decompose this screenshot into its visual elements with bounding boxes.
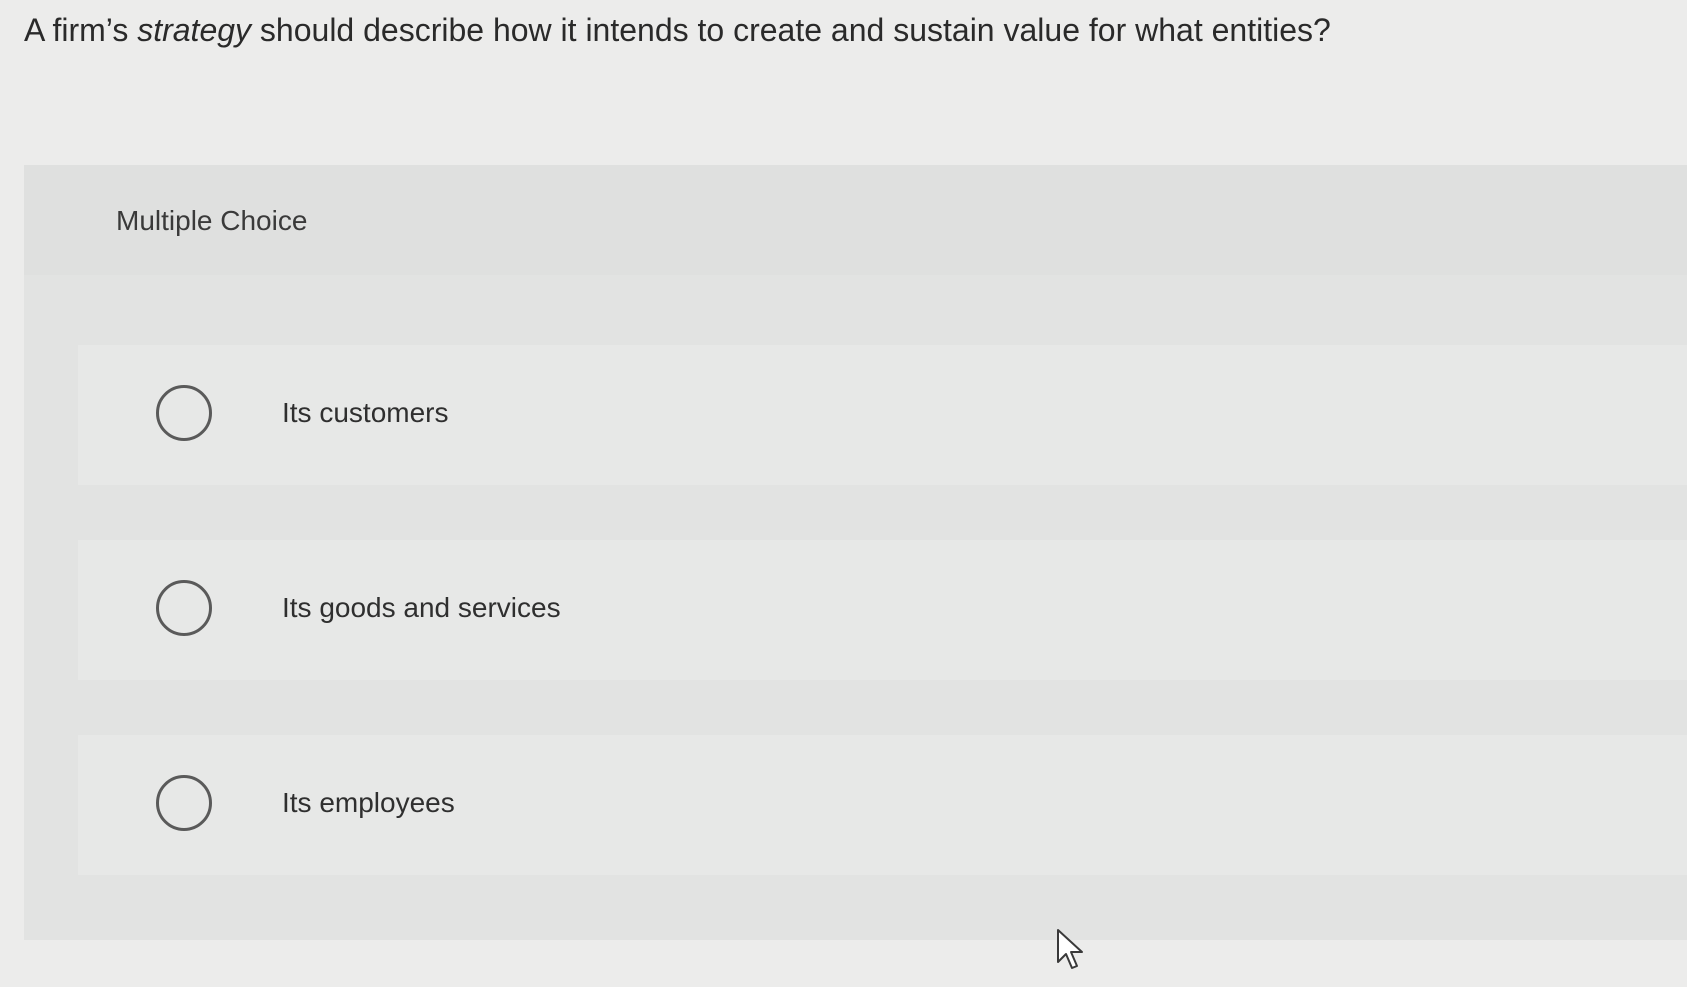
radio-unselected-icon[interactable] [156, 385, 212, 441]
choice-label: Its goods and services [282, 592, 561, 623]
multiple-choice-card: Multiple Choice Its customers Its goods … [24, 165, 1687, 940]
question-text: A firm’s strategy should describe how it… [24, 10, 1331, 50]
choice-option-2[interactable]: Its goods and services [78, 540, 1687, 680]
question-emphasis: strategy [137, 12, 252, 48]
question-type-label: Multiple Choice [116, 205, 308, 236]
choice-option-3[interactable]: Its employees [78, 735, 1687, 875]
question-prefix: A firm’s [24, 12, 138, 48]
question-suffix: should describe how it intends to create… [251, 12, 1331, 48]
choice-option-1[interactable]: Its customers [78, 345, 1687, 485]
choice-label: Its customers [282, 397, 449, 428]
card-header: Multiple Choice [24, 165, 1687, 275]
choice-label: Its employees [282, 787, 455, 818]
radio-unselected-icon[interactable] [156, 775, 212, 831]
radio-unselected-icon[interactable] [156, 580, 212, 636]
mouse-pointer-icon [1057, 929, 1083, 969]
